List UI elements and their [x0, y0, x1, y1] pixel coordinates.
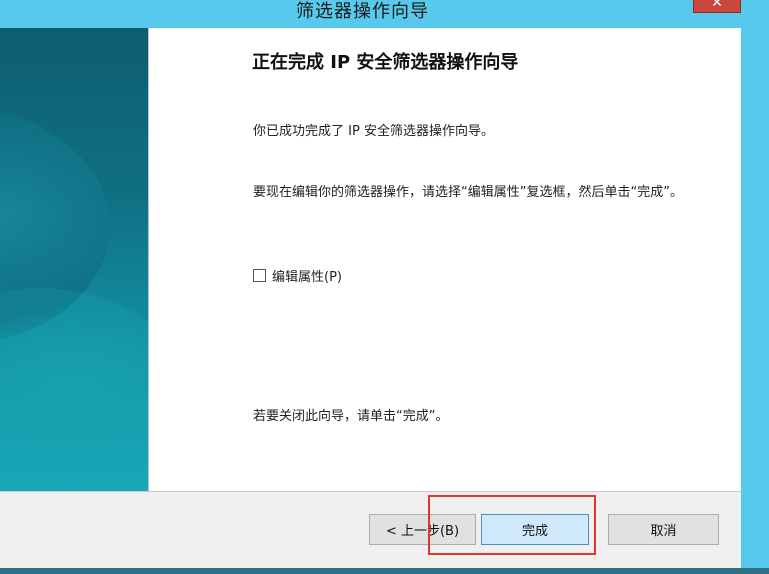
banner-swirl-lower	[0, 288, 148, 491]
wizard-banner-image	[0, 28, 148, 491]
page-title: 正在完成 IP 安全筛选器操作向导	[252, 52, 519, 73]
title-bar[interactable]: 筛选器操作向导 ✕	[0, 0, 769, 28]
wizard-client-area: 正在完成 IP 安全筛选器操作向导 你已成功完成了 IP 安全筛选器操作向导。 …	[0, 28, 741, 568]
edit-instruction: 要现在编辑你的筛选器操作，请选择“编辑属性”复选框，然后单击“完成”。	[253, 185, 683, 200]
window-frame-right	[741, 28, 769, 574]
edit-properties-option[interactable]: 编辑属性(P)	[253, 265, 342, 285]
finish-highlight-box	[428, 495, 596, 555]
edit-properties-checkbox[interactable]	[253, 268, 266, 282]
success-message: 你已成功完成了 IP 安全筛选器操作向导。	[253, 124, 494, 139]
button-bar: < 上一步(B) 完成 取消	[0, 492, 741, 568]
cancel-button[interactable]: 取消	[608, 514, 719, 545]
taskbar-strip	[0, 568, 769, 574]
window-title: 筛选器操作向导	[296, 1, 429, 22]
wizard-window: 筛选器操作向导 ✕ 正在完成 IP 安全筛选器操作向导 你已成功完成了 IP 安…	[0, 0, 769, 574]
close-button[interactable]: ✕	[693, 0, 741, 13]
close-instruction: 若要关闭此向导，请单击“完成”。	[253, 409, 449, 424]
edit-properties-label[interactable]: 编辑属性(P)	[272, 266, 342, 285]
close-icon: ✕	[711, 0, 723, 11]
banner-divider	[148, 28, 149, 491]
